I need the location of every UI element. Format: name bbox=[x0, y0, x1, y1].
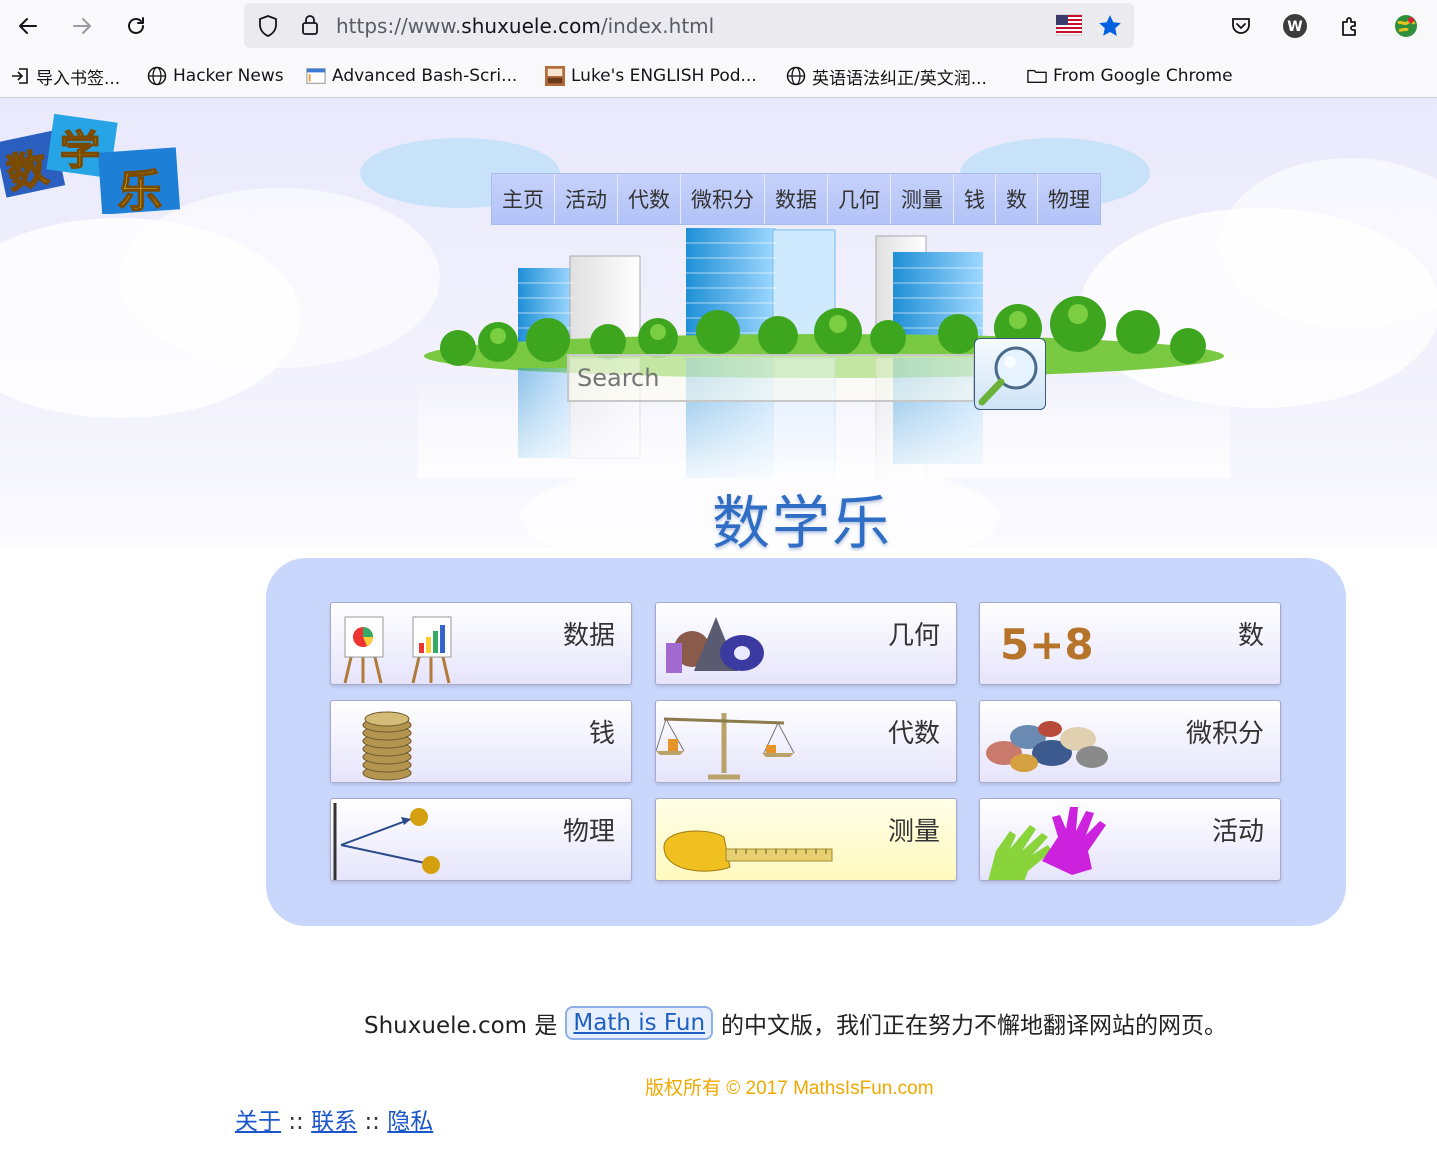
tile-algebra[interactable]: 代数 bbox=[655, 700, 957, 783]
bookmark-hacker-news[interactable]: Hacker News bbox=[147, 64, 284, 88]
magnifier-icon bbox=[978, 346, 1038, 406]
extensions-puzzle-icon[interactable] bbox=[1336, 12, 1364, 40]
intro-text: Shuxuele.com 是 Math is Fun 的中文版，我们正在努力不懈… bbox=[364, 1006, 1227, 1040]
tile-data[interactable]: 数据 bbox=[330, 602, 632, 685]
forward-button[interactable] bbox=[63, 8, 101, 44]
url-text[interactable]: https://www.shuxuele.com/index.html bbox=[336, 14, 714, 38]
folder-icon bbox=[1027, 66, 1047, 86]
geometric-solids-icon bbox=[666, 617, 764, 673]
tile-calculus[interactable]: 微积分 bbox=[979, 700, 1281, 783]
tile-money-label: 钱 bbox=[588, 719, 615, 749]
globe-icon bbox=[786, 66, 806, 86]
easel-charts-icon bbox=[343, 616, 452, 684]
hero-title: 数学乐 bbox=[712, 489, 893, 557]
bookmarks-bar: 导入书签... Hacker News Advanced Bash-Scri..… bbox=[0, 54, 1437, 98]
city-island-illustration bbox=[418, 228, 1230, 478]
nav-activities[interactable]: 活动 bbox=[555, 174, 618, 224]
bookmark-lukes-english[interactable]: Luke's ENGLISH Pod... bbox=[545, 64, 757, 88]
tile-data-label: 数据 bbox=[562, 621, 615, 651]
pocket-icon[interactable] bbox=[1227, 12, 1255, 40]
nav-home[interactable]: 主页 bbox=[492, 174, 555, 224]
footer-links: 关于 :: 联系 :: 隐私 bbox=[235, 1109, 434, 1135]
tile-geometry-label: 几何 bbox=[887, 621, 940, 651]
tile-geometry[interactable]: 几何 bbox=[655, 602, 957, 685]
address-bar[interactable]: https://www.shuxuele.com/index.html bbox=[244, 3, 1134, 48]
tile-measurement-label: 测量 bbox=[887, 817, 940, 847]
nav-measurement[interactable]: 测量 bbox=[891, 174, 954, 224]
bookmark-folder-chrome[interactable]: From Google Chrome bbox=[1027, 64, 1233, 88]
bookmark-advanced-bash[interactable]: Advanced Bash-Scri... bbox=[306, 64, 517, 88]
tile-physics-label: 物理 bbox=[562, 817, 615, 847]
podcast-icon bbox=[545, 66, 565, 86]
back-button[interactable] bbox=[9, 8, 47, 44]
nav-money[interactable]: 钱 bbox=[954, 174, 996, 224]
vectors-icon bbox=[333, 803, 440, 880]
nav-numbers[interactable]: 数 bbox=[996, 174, 1038, 224]
svg-text:5+8: 5+8 bbox=[1000, 620, 1094, 669]
tile-money[interactable]: 钱 bbox=[330, 700, 632, 783]
about-link[interactable]: 关于 bbox=[235, 1109, 281, 1135]
bookmark-star-icon[interactable] bbox=[1097, 13, 1123, 39]
search-button[interactable] bbox=[974, 338, 1046, 410]
tile-numbers[interactable]: 5+8 数 bbox=[979, 602, 1281, 685]
top-navigation: 主页 活动 代数 微积分 数据 几何 测量 钱 数 物理 bbox=[491, 173, 1101, 225]
tile-measurement[interactable]: 测量 bbox=[655, 798, 957, 881]
coin-stack-icon bbox=[362, 711, 412, 781]
bookmark-import[interactable]: 导入书签... bbox=[10, 64, 120, 89]
site-logo[interactable]: 数 学 乐 bbox=[0, 112, 185, 214]
w-extension-icon[interactable]: W bbox=[1281, 12, 1309, 40]
privacy-link[interactable]: 隐私 bbox=[387, 1109, 433, 1135]
nav-algebra[interactable]: 代数 bbox=[618, 174, 681, 224]
tile-algebra-label: 代数 bbox=[887, 719, 940, 749]
tape-measure-icon bbox=[663, 830, 833, 872]
hands-icon bbox=[988, 807, 1106, 880]
math-is-fun-link[interactable]: Math is Fun bbox=[565, 1006, 714, 1040]
shield-icon[interactable] bbox=[257, 14, 279, 38]
svg-text:W: W bbox=[1287, 19, 1302, 35]
tile-activities[interactable]: 活动 bbox=[979, 798, 1281, 881]
import-icon bbox=[10, 66, 30, 86]
contact-link[interactable]: 联系 bbox=[311, 1109, 357, 1135]
tile-numbers-label: 数 bbox=[1237, 621, 1264, 651]
forward-arrow-icon bbox=[73, 18, 91, 34]
nav-physics[interactable]: 物理 bbox=[1038, 174, 1100, 224]
globe-extension-icon[interactable] bbox=[1392, 12, 1420, 40]
svg-text:学: 学 bbox=[60, 128, 100, 174]
nav-calculus[interactable]: 微积分 bbox=[681, 174, 765, 224]
nav-data[interactable]: 数据 bbox=[765, 174, 828, 224]
us-flag-icon[interactable] bbox=[1056, 13, 1082, 37]
copyright-text: 版权所有 © 2017 MathsIsFun.com bbox=[645, 1078, 934, 1099]
reload-button[interactable] bbox=[117, 8, 155, 44]
bookmark-grammar[interactable]: 英语语法纠正/英文润... bbox=[786, 64, 987, 89]
tile-calculus-label: 微积分 bbox=[1185, 719, 1264, 749]
globe-icon bbox=[147, 66, 167, 86]
reload-icon bbox=[128, 17, 144, 34]
search-input[interactable] bbox=[567, 354, 975, 402]
page-icon bbox=[306, 66, 326, 86]
tile-physics[interactable]: 物理 bbox=[330, 798, 632, 881]
balance-scale-icon bbox=[656, 713, 795, 780]
svg-text:乐: 乐 bbox=[118, 166, 162, 214]
five-plus-eight-icon: 5+8 bbox=[1000, 620, 1094, 669]
pebbles-icon bbox=[986, 721, 1108, 772]
lock-icon[interactable] bbox=[300, 13, 320, 37]
tile-activities-label: 活动 bbox=[1211, 817, 1264, 847]
nav-geometry[interactable]: 几何 bbox=[828, 174, 891, 224]
browser-toolbar: https://www.shuxuele.com/index.html W bbox=[0, 0, 1437, 54]
page-content: 数 学 乐 主页 活动 代数 微积分 数据 几何 测量 钱 数 物理 Searc… bbox=[0, 98, 1437, 1169]
back-arrow-icon bbox=[19, 18, 37, 34]
